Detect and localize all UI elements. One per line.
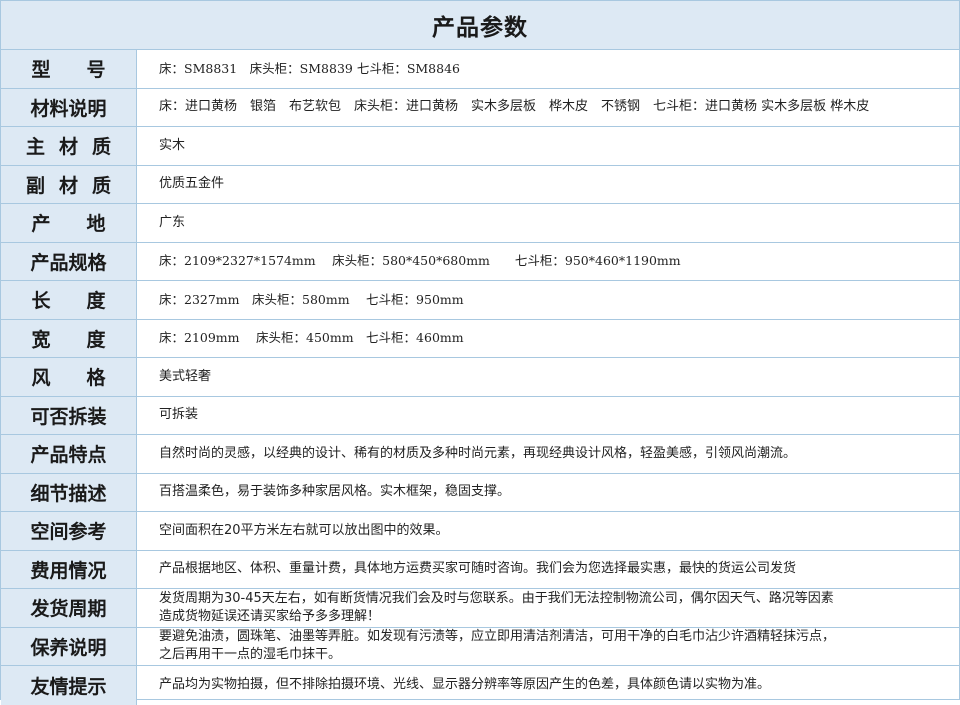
param-value-cell: 优质五金件	[137, 166, 959, 204]
table-row: 费用情况 产品根据地区、体积、重量计费，具体地方运费买家可随时咨询。我们会为您选择…	[1, 550, 959, 589]
param-label-cell: 产地	[1, 204, 137, 242]
param-value-cell: 广东	[137, 204, 959, 242]
param-value-cell: 美式轻奢	[137, 358, 959, 396]
param-label: 细节描述	[30, 482, 107, 505]
param-value: 床：进口黄杨 银箔 布艺软包 床头柜：进口黄杨 实木多层板 桦木皮 不锈钢 七斗…	[159, 99, 870, 115]
table-row: 副材质 优质五金件	[1, 165, 959, 204]
param-value: 实木	[159, 137, 186, 153]
param-label-cell: 副材质	[1, 165, 137, 203]
param-value: 产品均为实物拍摄，但不排除拍摄环境、光线、显示器分辨率等原因产生的色差，具体颜色…	[159, 677, 771, 693]
table-row: 型号 床：SM8831 床头柜：SM8839 七斗柜：SM8846	[1, 50, 959, 89]
table-row: 可否拆装 可拆装	[1, 396, 959, 435]
param-value: 广东	[159, 214, 186, 230]
param-label-cell: 空间参考	[1, 512, 137, 550]
param-label: 可否拆装	[30, 405, 107, 428]
param-value: 美式轻奢	[159, 368, 212, 384]
table-row: 长度 床：2327mm 床头柜：580mm 七斗柜：950mm	[1, 281, 959, 320]
param-value-cell: 床：2109mm 床头柜：450mm 七斗柜：460mm	[137, 320, 959, 358]
param-value: 床：2109mm 床头柜：450mm 七斗柜：460mm	[159, 330, 464, 346]
param-value: 优质五金件	[159, 176, 225, 192]
param-value: 空间面积在20平方米左右就可以放出图中的效果。	[159, 522, 449, 538]
params-rows: 型号 床：SM8831 床头柜：SM8839 七斗柜：SM8846 材料说明 床：进口…	[1, 50, 959, 705]
param-label-cell: 可否拆装	[1, 396, 137, 434]
param-label-cell: 主材质	[1, 127, 137, 165]
param-value-cell: 床：2327mm 床头柜：580mm 七斗柜：950mm	[137, 281, 959, 319]
param-value-cell: 百搭温柔色，易于装饰多种家居风格。实木框架，稳固支撑。	[137, 474, 959, 512]
param-label: 宽度	[31, 328, 142, 351]
param-label: 风格	[31, 367, 142, 390]
param-value-cell: 要避免油渍，圆珠笔、油墨等弄脏。如发现有污渍等，应立即用清洁剂清洁，可用干净的白…	[137, 628, 959, 666]
param-value: 床：2109*2327*1574mm 床头柜：580*450*680mm 七斗柜…	[159, 253, 681, 269]
param-label-cell: 细节描述	[1, 473, 137, 511]
param-label-cell: 长度	[1, 281, 137, 319]
param-value-cell: 产品根据地区、体积、重量计费，具体地方运费买家可随时咨询。我们会为您选择最实惠，…	[137, 551, 959, 589]
table-row: 材料说明 床：进口黄杨 银箔 布艺软包 床头柜：进口黄杨 实木多层板 桦木皮 不锈…	[1, 88, 959, 127]
param-label: 副材质	[25, 174, 125, 197]
table-row: 细节描述 百搭温柔色，易于装饰多种家居风格。实木框架，稳固支撑。	[1, 473, 959, 512]
table-row: 风格 美式轻奢	[1, 358, 959, 397]
param-label: 保养说明	[30, 636, 107, 659]
param-value-cell: 床：进口黄杨 银箔 布艺软包 床头柜：进口黄杨 实木多层板 桦木皮 不锈钢 七斗…	[137, 89, 959, 127]
table-header: 产品参数	[1, 1, 959, 50]
table-row: 主材质 实木	[1, 127, 959, 166]
param-label-cell: 保养说明	[1, 627, 137, 665]
param-value: 自然时尚的灵感，以经典的设计、稀有的材质及多种时尚元素，再现经典设计风格，轻盈美…	[159, 445, 797, 461]
table-row: 友情提示 产品均为实物拍摄，但不排除拍摄环境、光线、显示器分辨率等原因产生的色差，…	[1, 666, 959, 705]
table-row: 产品规格 床：2109*2327*1574mm 床头柜：580*450*680mm…	[1, 242, 959, 281]
param-label: 主材质	[25, 136, 125, 159]
param-label-cell: 产品特点	[1, 435, 137, 473]
param-value: 床：SM8831 床头柜：SM8839 七斗柜：SM8846	[159, 60, 460, 76]
param-value-cell: 发货周期为30-45天左右，如有断货情况我们会及时与您联系。由于我们无法控制物流…	[137, 589, 959, 627]
param-value-cell: 实木	[137, 127, 959, 165]
table-row: 保养说明 要避免油渍，圆珠笔、油墨等弄脏。如发现有污渍等，应立即用清洁剂清洁，可用…	[1, 627, 959, 666]
param-label: 发货周期	[30, 598, 107, 621]
param-value-cell: 自然时尚的灵感，以经典的设计、稀有的材质及多种时尚元素，再现经典设计风格，轻盈美…	[137, 435, 959, 473]
param-value: 要避免油渍，圆珠笔、油墨等弄脏。如发现有污渍等，应立即用清洁剂清洁，可用干净的白…	[159, 629, 836, 663]
param-label: 长度	[31, 290, 142, 313]
param-label: 产品特点	[30, 444, 107, 467]
page-title: 产品参数	[432, 15, 528, 41]
param-label-cell: 友情提示	[1, 666, 137, 705]
param-label-cell: 型号	[1, 50, 137, 88]
param-value-cell: 产品均为实物拍摄，但不排除拍摄环境、光线、显示器分辨率等原因产生的色差，具体颜色…	[137, 666, 959, 705]
param-label-cell: 发货周期	[1, 589, 137, 627]
param-value: 百搭温柔色，易于装饰多种家居风格。实木框架，稳固支撑。	[159, 484, 511, 500]
param-label-cell: 产品规格	[1, 242, 137, 280]
param-value-cell: 可拆装	[137, 397, 959, 435]
product-params-table: 产品参数 型号 床：SM8831 床头柜：SM8839 七斗柜：SM8846 材料说…	[0, 0, 960, 705]
param-label: 友情提示	[30, 675, 107, 698]
param-label: 空间参考	[30, 521, 107, 544]
table-row: 发货周期 发货周期为30-45天左右，如有断货情况我们会及时与您联系。由于我们无法…	[1, 589, 959, 628]
table-row: 产品特点 自然时尚的灵感，以经典的设计、稀有的材质及多种时尚元素，再现经典设计风格…	[1, 435, 959, 474]
param-label: 材料说明	[30, 97, 107, 120]
param-label-cell: 费用情况	[1, 550, 137, 588]
param-value: 发货周期为30-45天左右，如有断货情况我们会及时与您联系。由于我们无法控制物流…	[159, 590, 834, 624]
param-label-cell: 风格	[1, 358, 137, 396]
param-value-cell: 床：SM8831 床头柜：SM8839 七斗柜：SM8846	[137, 50, 959, 88]
param-value: 床：2327mm 床头柜：580mm 七斗柜：950mm	[159, 291, 464, 307]
table-row: 宽度 床：2109mm 床头柜：450mm 七斗柜：460mm	[1, 319, 959, 358]
table-row: 产地 广东	[1, 204, 959, 243]
param-label: 费用情况	[30, 559, 107, 582]
param-value-cell: 床：2109*2327*1574mm 床头柜：580*450*680mm 七斗柜…	[137, 243, 959, 281]
param-value: 产品根据地区、体积、重量计费，具体地方运费买家可随时咨询。我们会为您选择最实惠，…	[159, 561, 797, 577]
param-label-cell: 材料说明	[1, 88, 137, 126]
param-label: 产品规格	[30, 251, 107, 274]
param-label: 产地	[31, 213, 142, 236]
param-label: 型号	[31, 59, 142, 82]
table-row: 空间参考 空间面积在20平方米左右就可以放出图中的效果。	[1, 512, 959, 551]
param-value-cell: 空间面积在20平方米左右就可以放出图中的效果。	[137, 512, 959, 550]
param-label-cell: 宽度	[1, 319, 137, 357]
param-value: 可拆装	[159, 407, 199, 423]
